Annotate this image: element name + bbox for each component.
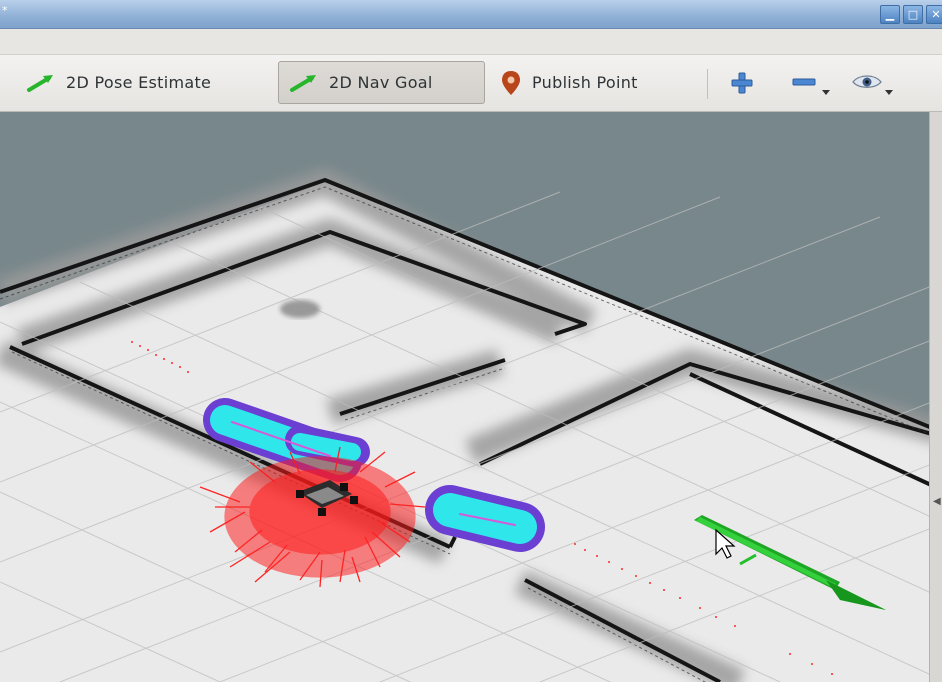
minimize-button[interactable]: ▁ [880,5,900,24]
green-arrow-icon [290,74,316,92]
add-tool-button[interactable] [727,67,757,99]
map-scene [0,112,942,682]
plus-icon [731,72,753,94]
3d-viewport[interactable] [0,112,942,682]
window-titlebar: * ▁ □ ✕ [0,0,942,29]
publish-point-label: Publish Point [532,73,638,92]
green-arrow-icon [27,74,53,92]
view-menu-button[interactable] [849,67,897,99]
minus-icon [792,78,830,95]
tool-toolbar: 2D Pose Estimate 2D Nav Goal Publish Poi… [0,55,942,112]
remove-tool-button[interactable] [788,67,832,99]
viewport-scrollbar[interactable]: ◀ [929,112,942,682]
eye-icon [852,75,893,95]
publish-point-tool[interactable]: Publish Point [490,61,648,104]
window-title: * [2,4,8,17]
pose-estimate-label: 2D Pose Estimate [66,73,212,92]
collapse-arrow-icon[interactable]: ◀ [933,496,941,510]
nav-goal-tool[interactable]: 2D Nav Goal [278,61,485,104]
map-pin-icon [502,70,520,95]
window-controls: ▁ □ ✕ [880,5,942,24]
nav-goal-label: 2D Nav Goal [329,73,433,92]
menu-bar [0,29,942,55]
maximize-button[interactable]: □ [903,5,923,24]
toolbar-separator [707,69,708,99]
close-button[interactable]: ✕ [926,5,942,24]
pose-estimate-tool[interactable]: 2D Pose Estimate [16,61,221,104]
obstacle-blob [280,300,320,318]
